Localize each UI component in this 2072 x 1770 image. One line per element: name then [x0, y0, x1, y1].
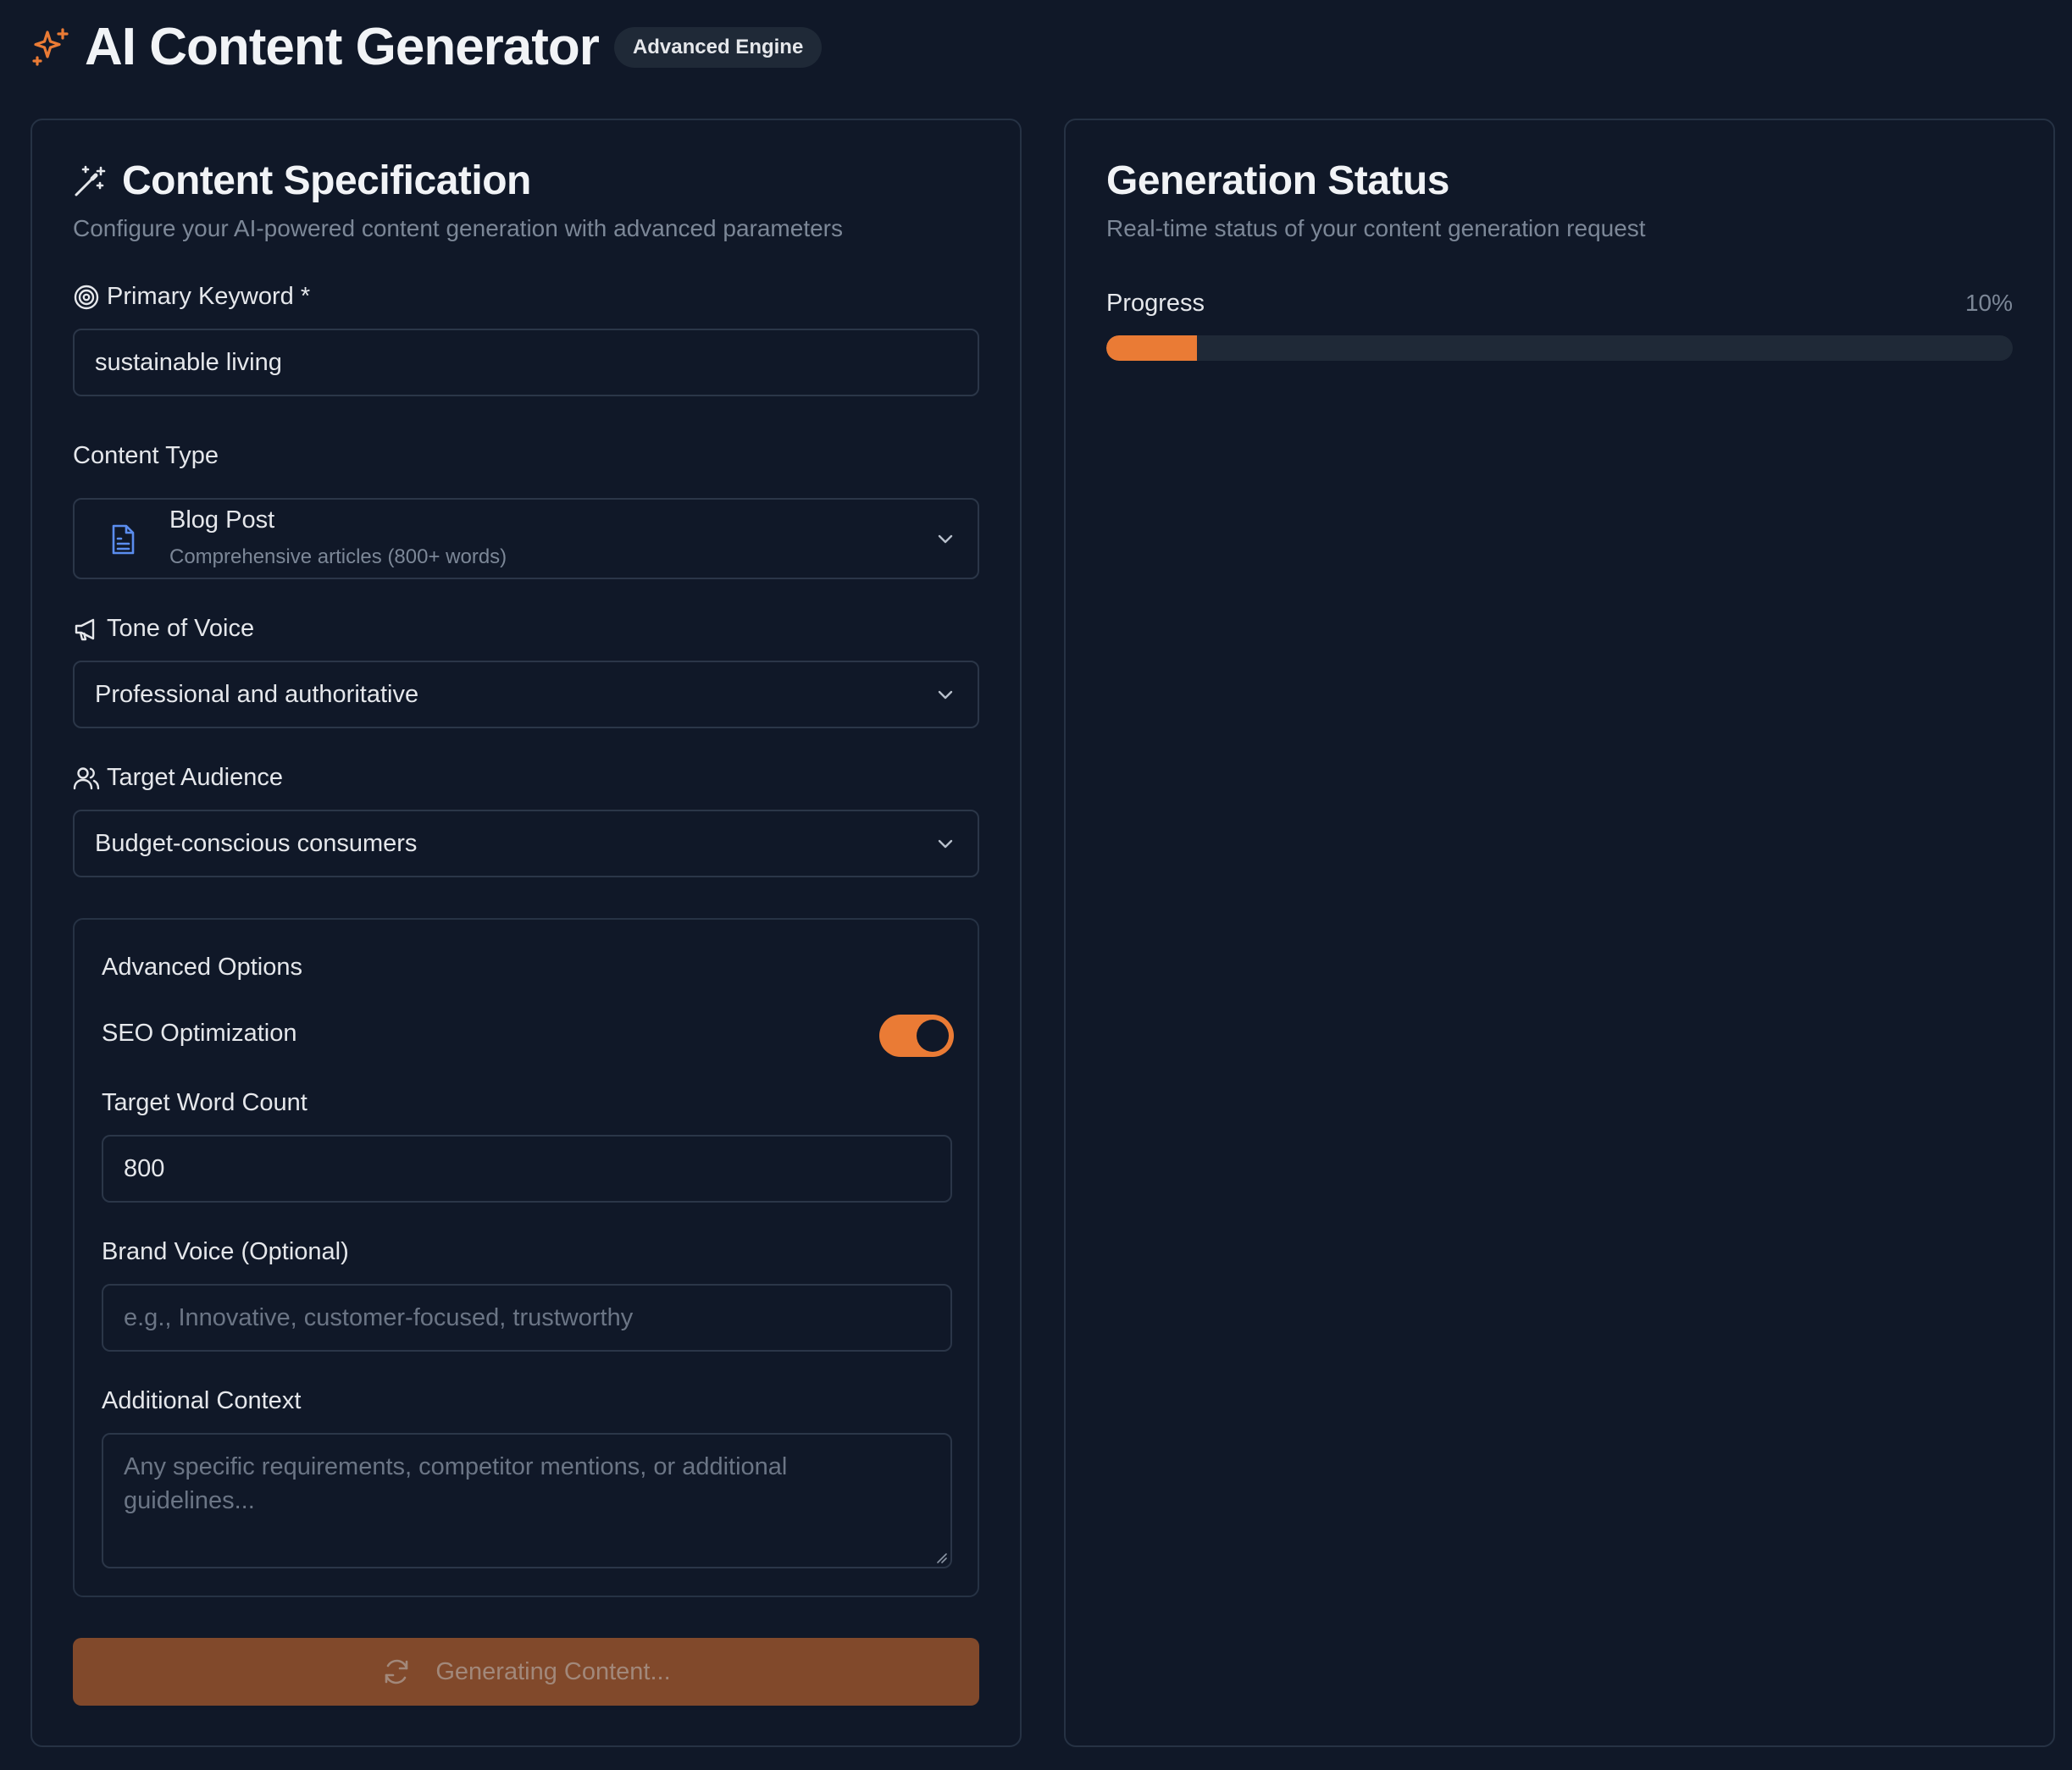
generate-button-label: Generating Content... — [435, 1657, 671, 1685]
audience-selected-value: Budget-conscious consumers — [95, 829, 418, 857]
content-type-label-text: Content Type — [73, 442, 219, 469]
resize-handle-icon[interactable] — [935, 1552, 947, 1563]
brand-voice-label-text: Brand Voice (Optional) — [102, 1238, 349, 1265]
brand-voice-placeholder: e.g., Innovative, customer-focused, trus… — [124, 1303, 634, 1331]
audience-select[interactable]: Budget-conscious consumers — [73, 810, 979, 877]
tone-select[interactable]: Professional and authoritative — [73, 661, 979, 728]
brand-voice-label: Brand Voice (Optional) — [102, 1238, 349, 1266]
word-count-input[interactable]: 800 — [102, 1135, 952, 1203]
seo-optimization-toggle[interactable] — [879, 1015, 954, 1057]
word-count-label-text: Target Word Count — [102, 1089, 307, 1116]
content-type-label: Content Type — [73, 442, 219, 470]
panel-title-specification: Content Specification — [73, 158, 531, 204]
content-specification-panel: Content Specification Configure your AI-… — [30, 119, 1022, 1747]
generate-button[interactable]: Generating Content... — [73, 1638, 979, 1706]
status-description: Real-time status of your content generat… — [1106, 215, 1646, 241]
chevron-down-icon — [938, 534, 953, 544]
seo-optimization-label: SEO Optimization — [102, 1020, 296, 1048]
primary-keyword-input[interactable]: sustainable living — [73, 329, 979, 396]
content-type-select[interactable]: Blog Post Comprehensive articles (800+ w… — [73, 498, 979, 579]
content-type-selected-title: Blog Post — [169, 506, 275, 534]
panel-description: Configure your AI-powered content genera… — [73, 215, 843, 241]
primary-keyword-label: Primary Keyword * — [73, 283, 310, 311]
tone-label-text: Tone of Voice — [107, 615, 255, 642]
brand-voice-input[interactable]: e.g., Innovative, customer-focused, trus… — [102, 1284, 952, 1352]
chevron-down-icon — [938, 690, 953, 700]
generation-status-panel: Generation Status Real-time status of yo… — [1064, 119, 2055, 1747]
progress-bar-fill — [1106, 335, 1197, 361]
document-icon — [108, 523, 137, 556]
tone-label: Tone of Voice — [73, 615, 254, 643]
tone-selected-value: Professional and authoritative — [95, 680, 419, 708]
megaphone-icon — [73, 616, 100, 643]
additional-context-label: Additional Context — [102, 1387, 301, 1415]
app-header: AI Content Generator Advanced Engine — [30, 18, 823, 76]
refresh-icon — [385, 1659, 408, 1684]
word-count-value: 800 — [124, 1154, 165, 1182]
primary-keyword-label-text: Primary Keyword * — [107, 283, 311, 310]
magic-wand-icon — [73, 164, 107, 198]
word-count-label: Target Word Count — [102, 1089, 307, 1117]
additional-context-label-text: Additional Context — [102, 1387, 302, 1414]
panel-title-text: Content Specification — [122, 158, 531, 203]
target-icon — [73, 284, 100, 311]
sparkles-icon — [30, 27, 71, 68]
additional-context-textarea[interactable]: Any specific requirements, competitor me… — [102, 1433, 952, 1568]
toggle-knob — [917, 1020, 949, 1052]
advanced-options-heading: Advanced Options — [102, 954, 302, 981]
progress-bar — [1106, 335, 2013, 361]
primary-keyword-value: sustainable living — [95, 348, 282, 376]
audience-label-text: Target Audience — [107, 764, 283, 791]
chevron-down-icon — [938, 839, 953, 849]
engine-badge: Advanced Engine — [613, 27, 823, 68]
progress-percentage: 10% — [1964, 290, 2013, 316]
users-icon — [73, 765, 100, 792]
seo-optimization-label-text: SEO Optimization — [102, 1020, 297, 1047]
audience-label: Target Audience — [73, 764, 283, 792]
app-title: AI Content Generator — [85, 18, 600, 76]
content-type-selected-subtitle: Comprehensive articles (800+ words) — [169, 545, 507, 568]
panel-title-status: Generation Status — [1106, 158, 1449, 203]
progress-label: Progress — [1106, 290, 1205, 317]
additional-context-placeholder: Any specific requirements, competitor me… — [124, 1453, 788, 1514]
